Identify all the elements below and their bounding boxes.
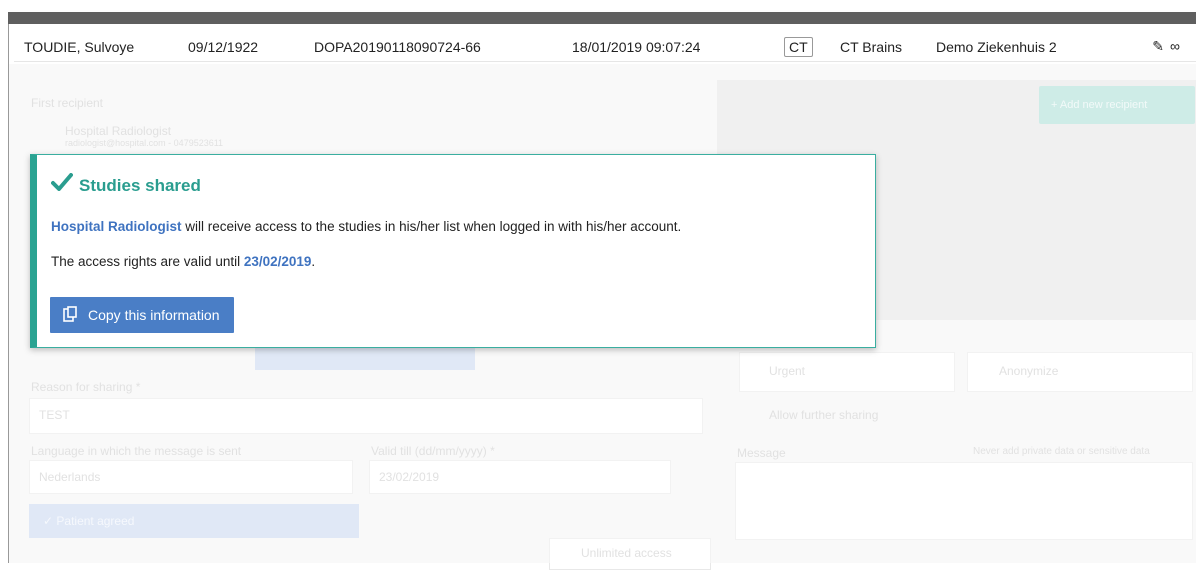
top-bar (0, 0, 1196, 24)
validity-prefix: The access rights are valid until (51, 254, 244, 269)
row-actions: ✎∞ (1152, 38, 1186, 55)
institution: Demo Ziekenhuis 2 (936, 39, 1057, 55)
clipboard-icon (62, 305, 78, 325)
dialog-title-text: Studies shared (79, 176, 201, 195)
infinity-icon[interactable]: ∞ (1170, 38, 1186, 54)
pencil-icon[interactable]: ✎ (1152, 38, 1170, 54)
recipient-message: Hospital Radiologist will receive access… (51, 219, 681, 234)
recipient-link[interactable]: Hospital Radiologist (51, 219, 182, 234)
birth-date: 09/12/1922 (188, 39, 259, 55)
patient-name: TOUDIE, Sulvoye (24, 39, 135, 55)
dialog-title: Studies shared (51, 173, 201, 196)
validity-suffix: . (311, 254, 316, 269)
recipient-message-text: will receive access to the studies in hi… (181, 219, 682, 234)
copy-button-label: Copy this information (88, 307, 220, 323)
studies-shared-dialog: Studies shared Hospital Radiologist will… (30, 154, 876, 348)
study-description: CT Brains (840, 39, 902, 55)
header-strip (8, 12, 1196, 24)
accession-number: DOPA20190118090724-66 (314, 39, 481, 55)
validity-message: The access rights are valid until 23/02/… (51, 254, 315, 269)
study-datetime: 18/01/2019 09:07:24 (572, 39, 701, 55)
study-row[interactable]: TOUDIE, Sulvoye 09/12/1922 DOPA201901180… (14, 33, 1196, 62)
copy-information-button[interactable]: Copy this information (50, 297, 234, 333)
modality-badge: CT (784, 37, 813, 57)
checkmark-icon (51, 173, 73, 196)
valid-until-date: 23/02/2019 (243, 254, 312, 269)
